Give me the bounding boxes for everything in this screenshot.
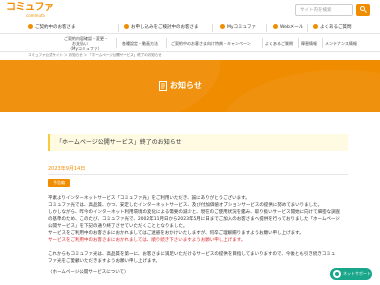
search-input[interactable]: サイト内を検索: [295, 4, 353, 16]
top-bar: コミュファ commufa サイト内を検索: [0, 0, 380, 22]
page-heading: お知らせ: [170, 81, 202, 90]
body-line: ファ光をご愛顧いただきますようお願い申し上げます。: [48, 259, 161, 264]
logo-subtext: commufa: [26, 13, 45, 18]
body-line: コミュファ光では、高品質、かつ、安定したインターネットサービス、及び付加価値オプ…: [48, 203, 323, 208]
subnav-settings[interactable]: 各種設定・動画方法: [122, 41, 158, 46]
body-line: 平素よりインターネットサービス「コミュファ光」をご利用いただき、誠にありがとうご…: [48, 196, 250, 201]
site-logo[interactable]: コミュファ commufa: [6, 2, 66, 20]
logo-text: コミュファ: [6, 2, 54, 13]
subnav-maintenance[interactable]: メンテナンス情報: [325, 41, 357, 46]
sub-nav: ご契約内容確認・変更・ お支払い （Myコミュファ） 各種設定・動画方法 ご契約…: [0, 34, 380, 52]
body-line: サービスをご利用中のお客さまにおかれましては、順り続き下さいますようお願い申し上…: [48, 238, 246, 243]
body-line: サービスをご利用中のお客さまにおかれましてはご迷惑をおかけいたしますが、何卒ご理…: [48, 231, 304, 236]
document-icon: [159, 81, 167, 91]
body-line: 公開サービス」を下記の通り終了させていただくこととなりました。: [48, 224, 188, 229]
nav-mycommufa[interactable]: Myコミュファ: [220, 24, 256, 32]
subnav-outage[interactable]: 障害情報: [301, 41, 317, 46]
chat-icon: [333, 270, 341, 278]
main-nav: ご契約中のお客さま お申し込みをご検討中のお客さま Myコミュファ Webメール…: [0, 22, 380, 34]
person-icon: [124, 24, 129, 29]
subnav-faq[interactable]: よくあるご質問: [265, 41, 293, 46]
net-support-button[interactable]: ネットサポート: [330, 268, 372, 280]
nav-webmail[interactable]: Webメール: [273, 24, 303, 32]
category-badge: 予告編: [48, 179, 70, 187]
heart-icon: [220, 24, 225, 29]
mail-icon: [273, 24, 278, 29]
nav-current-customers[interactable]: ご契約中のお客さま: [28, 24, 76, 32]
nav-prospective-customers[interactable]: お申し込みをご検討中のお客さま: [124, 24, 199, 32]
body-line: しかしながら、昨今のインターネット利用環境の変化による需要の減少と、現在のご使用…: [48, 210, 341, 215]
breadcrumb[interactable]: コミュファ公式サイト ＞ お知らせ ＞ 「ホームページ公開サービス」終了のお知ら…: [28, 53, 162, 58]
body-line: これからもコミュファ光は、高品質を第一に、お客さまに満足いただけるサービスの提供…: [48, 252, 336, 257]
person-icon: [28, 24, 33, 29]
article-title: 「ホームページ公開サービス」終了のお知らせ: [48, 134, 348, 151]
section-heading: 〈ホームページ公開サービスについて〉: [48, 270, 129, 275]
subnav-campaign[interactable]: ご契約中のお客さま向け特典・キャンペーン: [171, 41, 251, 46]
divider: [48, 174, 348, 175]
article-date: 2023年9月14日: [48, 166, 86, 172]
question-icon: [313, 24, 318, 29]
nav-faq[interactable]: よくあるご質問: [313, 24, 352, 32]
hero-banner: お知らせ: [0, 60, 380, 112]
body-line: の基準のため、このたび、コミュファ光で、2002年11月日から2023年5月に日…: [48, 217, 340, 222]
search-button[interactable]: [356, 4, 370, 16]
